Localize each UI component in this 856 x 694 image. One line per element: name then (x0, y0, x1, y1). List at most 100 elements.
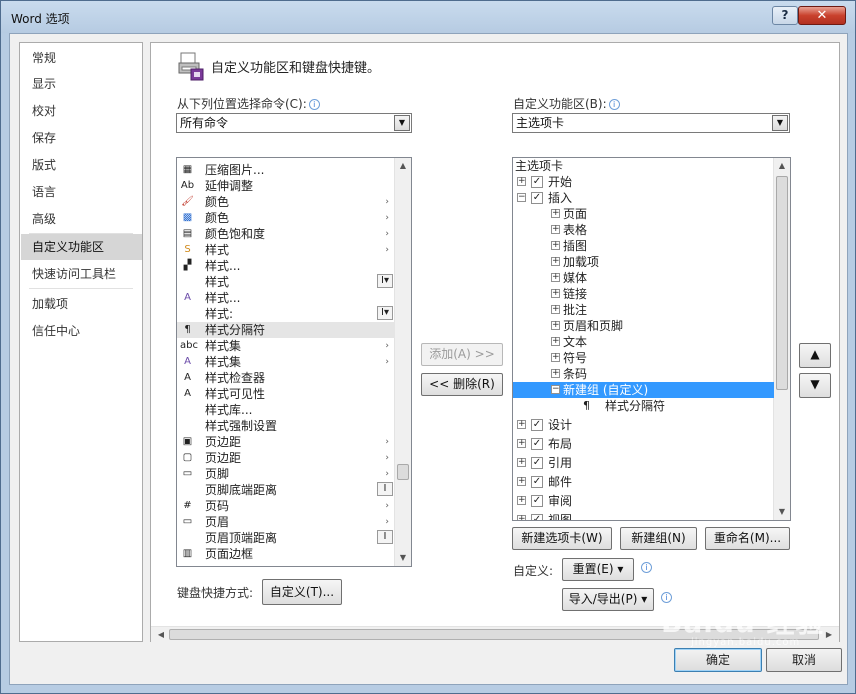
command-item[interactable]: ¶ 样式分隔符 (177, 322, 395, 338)
checkbox[interactable]: ✓ (531, 457, 543, 469)
keyboard-customize-button[interactable]: 自定义(T)... (262, 579, 342, 605)
tree-node[interactable]: − 新建组 (自定义) (513, 382, 774, 398)
remove-button[interactable]: << 删除(R) (421, 373, 503, 396)
expand-icon[interactable]: + (551, 273, 560, 282)
tree-node[interactable]: + 链接 (513, 286, 774, 302)
tree-node[interactable]: + 加载项 (513, 254, 774, 270)
tree-node[interactable]: + ✓ 视图 (513, 512, 774, 520)
scroll-thumb[interactable] (397, 464, 409, 480)
tree-node[interactable]: + 批注 (513, 302, 774, 318)
command-item[interactable]: A 样式集 › (177, 354, 395, 370)
commands-list[interactable]: ▲ ▼ ▦ 压缩图片... Ab 延伸调整 🖌 颜色 › ▩ 颜色 › ▤ 颜色饱和度 › S 样式 › ▞ 样式… (176, 157, 412, 567)
expand-icon[interactable]: + (517, 496, 526, 505)
collapse-icon[interactable]: − (517, 193, 526, 202)
command-item[interactable]: A 样式可见性 (177, 386, 395, 402)
expand-icon[interactable]: + (517, 458, 526, 467)
new-group-button[interactable]: 新建组(N) (620, 527, 697, 550)
expand-icon[interactable]: + (517, 515, 526, 520)
command-item[interactable]: ▭ 页眉 › (177, 514, 395, 530)
command-item[interactable]: 样式 I▾ (177, 274, 395, 290)
nav-item[interactable]: 校对 (21, 98, 142, 124)
ribbon-tree[interactable]: ▲ ▼ 主选项卡 + ✓ 开始 − ✓ 插入 + 页面 + 表格 + 插图 + 加载项 + 媒体 + 链接 + 批注 + 页… (512, 157, 791, 521)
close-button[interactable]: ✕ (798, 6, 846, 25)
command-item[interactable]: ▤ 颜色饱和度 › (177, 226, 395, 242)
expand-icon[interactable]: + (551, 241, 560, 250)
tree-node[interactable]: + ✓ 引用 (513, 455, 774, 471)
command-item[interactable]: 样式库... (177, 402, 395, 418)
command-item[interactable]: ▦ 压缩图片... (177, 162, 395, 178)
dropdown-arrow-icon[interactable]: ▼ (772, 115, 788, 131)
checkbox[interactable]: ✓ (531, 495, 543, 507)
command-item[interactable]: 页脚底端距离 I (177, 482, 395, 498)
tree-node[interactable]: + 页面 (513, 206, 774, 222)
checkbox[interactable]: ✓ (531, 476, 543, 488)
nav-item[interactable]: 信任中心 (21, 318, 142, 344)
rename-button[interactable]: 重命名(M)... (705, 527, 790, 550)
expand-icon[interactable]: + (517, 177, 526, 186)
tree-node[interactable]: + ✓ 设计 (513, 417, 774, 433)
expand-icon[interactable]: + (551, 353, 560, 362)
expand-icon[interactable]: + (517, 420, 526, 429)
tree-node[interactable]: + ✓ 开始 (513, 174, 774, 190)
checkbox[interactable]: ✓ (531, 514, 543, 520)
tree-node[interactable]: + 条码 (513, 366, 774, 382)
scroll-up-icon[interactable]: ▲ (774, 158, 790, 174)
command-item[interactable]: ▞ 样式... (177, 258, 395, 274)
command-item[interactable]: 样式强制设置 (177, 418, 395, 434)
expand-icon[interactable]: + (551, 321, 560, 330)
command-item[interactable]: abc 样式集 › (177, 338, 395, 354)
dropdown-arrow-icon[interactable]: ▼ (394, 115, 410, 131)
command-item[interactable]: A 样式检查器 (177, 370, 395, 386)
commands-scrollbar[interactable]: ▲ ▼ (394, 158, 411, 566)
reset-button[interactable]: 重置(E) ▾ (562, 558, 634, 581)
expand-icon[interactable]: + (551, 369, 560, 378)
tree-node[interactable]: + ✓ 邮件 (513, 474, 774, 490)
command-item[interactable]: ▢ 页边距 › (177, 450, 395, 466)
expand-icon[interactable]: + (517, 477, 526, 486)
nav-item[interactable]: 自定义功能区 (21, 234, 142, 260)
nav-item[interactable]: 语言 (21, 179, 142, 205)
command-item[interactable]: ▭ 页脚 › (177, 466, 395, 482)
expand-icon[interactable]: + (551, 225, 560, 234)
tree-node[interactable]: − ✓ 插入 (513, 190, 774, 206)
tree-node[interactable]: + ✓ 审阅 (513, 493, 774, 509)
tree-node[interactable]: ¶ 样式分隔符 (513, 398, 774, 414)
command-item[interactable]: S 样式 › (177, 242, 395, 258)
command-item[interactable]: ▣ 页边距 › (177, 434, 395, 450)
command-item[interactable]: ▥ 页面边框 (177, 546, 395, 562)
expand-icon[interactable]: + (517, 439, 526, 448)
tree-node[interactable]: + ✓ 布局 (513, 436, 774, 452)
expand-icon[interactable]: + (551, 289, 560, 298)
nav-item[interactable]: 版式 (21, 152, 142, 178)
checkbox[interactable]: ✓ (531, 192, 543, 204)
command-item[interactable]: Ab 延伸调整 (177, 178, 395, 194)
command-item[interactable]: 页眉顶端距离 I (177, 530, 395, 546)
nav-item[interactable]: 显示 (21, 71, 142, 97)
nav-item[interactable]: 保存 (21, 125, 142, 151)
command-item[interactable]: ▩ 颜色 › (177, 210, 395, 226)
expand-icon[interactable]: + (551, 257, 560, 266)
nav-item[interactable]: 快速访问工具栏 (21, 261, 142, 287)
tree-node[interactable]: + 文本 (513, 334, 774, 350)
help-button[interactable]: ? (772, 6, 798, 25)
ribbon-tree-scrollbar[interactable]: ▲ ▼ (773, 158, 790, 520)
tree-node[interactable]: + 表格 (513, 222, 774, 238)
checkbox[interactable]: ✓ (531, 419, 543, 431)
tree-node[interactable]: + 符号 (513, 350, 774, 366)
scroll-down-icon[interactable]: ▼ (774, 504, 790, 520)
expand-icon[interactable]: + (551, 209, 560, 218)
choose-commands-combo[interactable]: 所有命令 ▼ (176, 113, 412, 133)
command-item[interactable]: 🖌 颜色 › (177, 194, 395, 210)
scroll-left-icon[interactable]: ◀ (153, 627, 169, 643)
nav-item[interactable]: 加载项 (21, 291, 142, 317)
scroll-down-icon[interactable]: ▼ (395, 550, 411, 566)
nav-item[interactable]: 常规 (21, 45, 142, 71)
checkbox[interactable]: ✓ (531, 438, 543, 450)
customize-ribbon-combo[interactable]: 主选项卡 ▼ (512, 113, 790, 133)
scroll-thumb[interactable] (776, 176, 788, 390)
add-button[interactable]: 添加(A) >> (421, 343, 503, 366)
command-item[interactable]: # 页码 › (177, 498, 395, 514)
checkbox[interactable]: ✓ (531, 176, 543, 188)
collapse-icon[interactable]: − (551, 385, 560, 394)
command-item[interactable]: A 样式... (177, 290, 395, 306)
